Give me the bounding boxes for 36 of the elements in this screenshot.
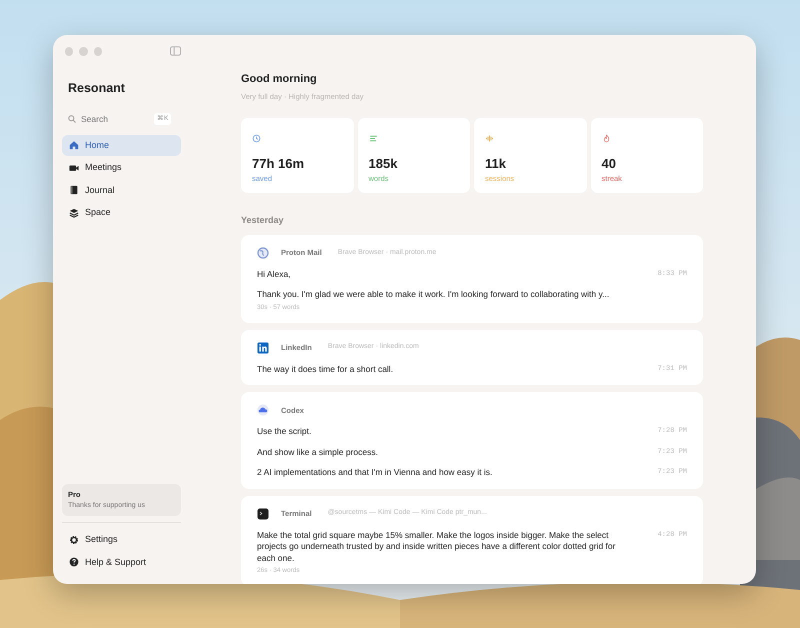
section-heading: Yesterday xyxy=(241,214,285,227)
sidebar-item[interactable]: Home xyxy=(62,134,181,156)
transcript-text: 2 AI implementations and that I'm in Vienna and how easy it is. xyxy=(257,467,492,479)
transcript-text: The way it does time for a short call. xyxy=(257,364,394,376)
zoom-button[interactable] xyxy=(94,46,102,56)
sidebar-toggle-icon[interactable] xyxy=(170,46,182,56)
linkedin-logo-icon xyxy=(257,342,269,354)
minimize-button[interactable] xyxy=(79,46,88,56)
sidebar-item[interactable]: Settings xyxy=(62,529,181,550)
transcript-text: Thank you. I'm glad we were able to make it work. I'm looking forward to collaborating with y... xyxy=(257,289,610,301)
greeting-title: Good morning xyxy=(241,72,318,87)
help-icon xyxy=(69,557,79,568)
close-button[interactable] xyxy=(65,46,74,56)
book-icon xyxy=(69,185,79,196)
settings-icon xyxy=(69,534,79,545)
stat-value: 185k xyxy=(368,154,398,173)
sidebar-item[interactable]: Meetings xyxy=(62,157,181,178)
transcript-text: Hi Alexa, xyxy=(257,269,291,280)
sidebar-item[interactable]: Journal xyxy=(62,180,181,201)
globe-icon xyxy=(257,247,269,259)
transcript-text: Use the script. xyxy=(257,426,312,438)
stat-value: 40 xyxy=(602,154,617,173)
cloud-icon xyxy=(257,404,269,416)
stat-value: 77h 16m xyxy=(252,154,306,173)
search-icon xyxy=(68,115,76,124)
home-icon xyxy=(69,140,79,150)
search-field[interactable]: Search xyxy=(81,112,149,126)
transcript-text: Make the total grid square maybe 15% smaller. Make the logos inside bigger. Make the select projects go underneath trusted by and inside written pieces have a different color dotted grid for each one. xyxy=(257,530,616,564)
app-name: Resonant xyxy=(68,80,126,97)
layers-icon xyxy=(69,208,79,218)
terminal-icon xyxy=(257,508,269,520)
transcript-text: And show like a simple process. xyxy=(257,446,378,458)
stat-value: 11k xyxy=(485,154,507,173)
sidebar-item[interactable]: Space xyxy=(62,202,181,224)
sidebar-item[interactable]: Help & Support xyxy=(62,552,181,573)
video-camera-icon xyxy=(69,162,79,173)
